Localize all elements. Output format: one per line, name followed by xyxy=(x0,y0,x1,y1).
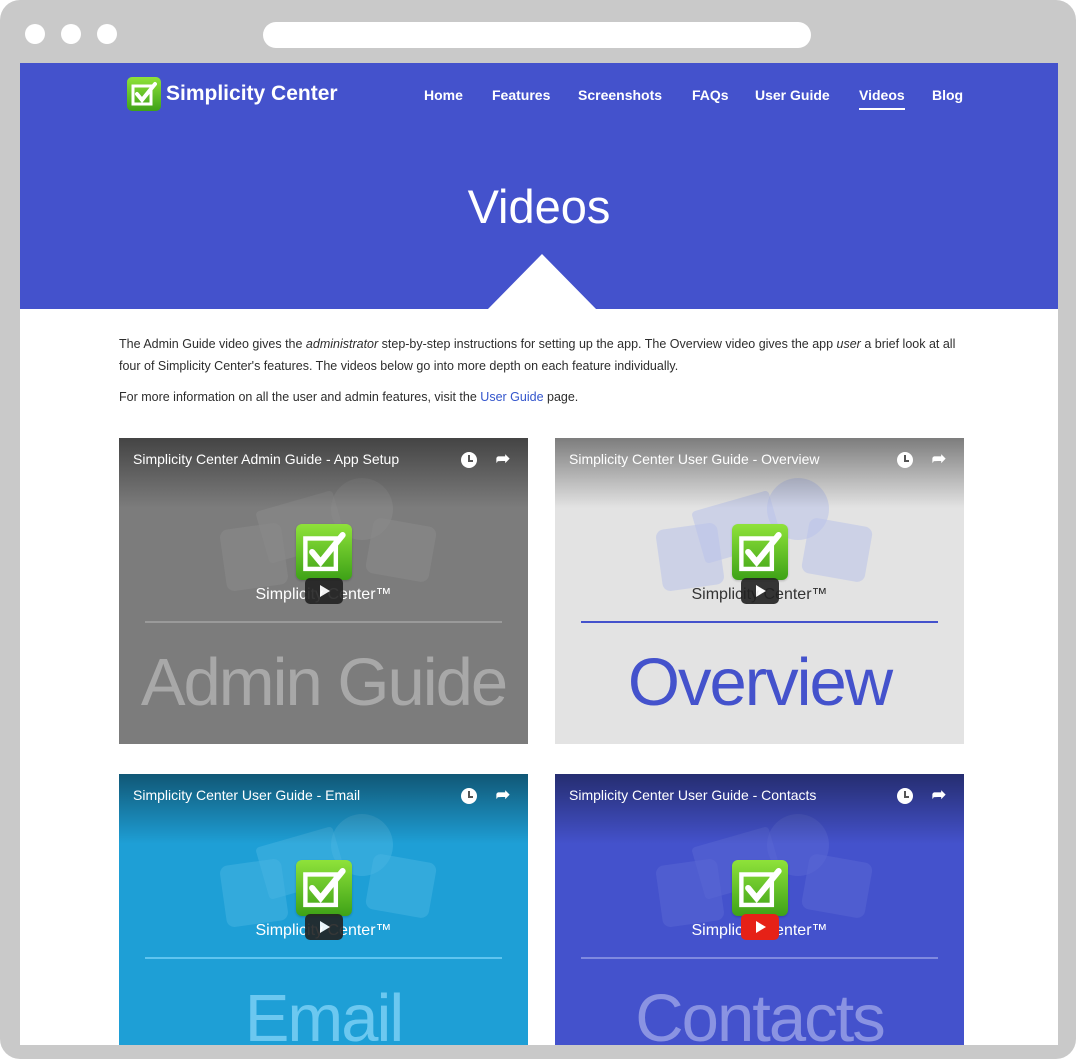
divider xyxy=(581,621,938,623)
share-icon[interactable]: ➦ xyxy=(932,449,946,469)
browser-window: Simplicity Center Home Features Screensh… xyxy=(0,0,1076,1059)
divider xyxy=(145,621,502,623)
intro-paragraph-2: For more information on all the user and… xyxy=(119,386,959,408)
video-embed[interactable]: Simplicity Center User Guide - Overview ➦… xyxy=(555,438,964,744)
play-button[interactable] xyxy=(741,578,779,604)
calendar-icon xyxy=(800,852,874,920)
divider xyxy=(145,957,502,959)
video-embed[interactable]: Simplicity Center Admin Guide - App Setu… xyxy=(119,438,528,744)
user-guide-link[interactable]: User Guide xyxy=(480,390,543,404)
play-button[interactable] xyxy=(741,914,779,940)
page-viewport: Simplicity Center Home Features Screensh… xyxy=(20,63,1058,1045)
title-shade xyxy=(555,438,964,508)
calendar-icon xyxy=(364,852,438,920)
hero-notch xyxy=(487,254,597,310)
window-minimize-dot[interactable] xyxy=(61,24,81,44)
video-title[interactable]: Simplicity Center User Guide - Email xyxy=(133,787,360,803)
intro-paragraph-1: The Admin Guide video gives the administ… xyxy=(119,333,959,377)
video-big-label: Admin Guide xyxy=(140,645,508,720)
calendar-icon xyxy=(800,516,874,584)
nav-user-guide[interactable]: User Guide xyxy=(755,87,830,103)
video-big-label: Contacts xyxy=(635,981,885,1045)
divider xyxy=(581,957,938,959)
intro-emphasis-user: user xyxy=(836,337,861,351)
watch-later-icon[interactable] xyxy=(461,788,477,804)
calendar-icon xyxy=(364,516,438,584)
page-title: Videos xyxy=(467,180,611,233)
intro-text: The Admin Guide video gives the administ… xyxy=(119,333,959,417)
watch-later-icon[interactable] xyxy=(897,788,913,804)
checkbox-logo-icon xyxy=(296,524,352,580)
hero-header: Simplicity Center Home Features Screensh… xyxy=(20,63,1058,310)
intro-text-span: page. xyxy=(543,390,579,404)
window-maximize-dot[interactable] xyxy=(97,24,117,44)
video-title[interactable]: Simplicity Center User Guide - Contacts xyxy=(569,787,816,803)
address-bar[interactable] xyxy=(263,22,811,48)
watch-later-icon[interactable] xyxy=(897,452,913,468)
nav-screenshots[interactable]: Screenshots xyxy=(578,87,662,103)
nav-features[interactable]: Features xyxy=(492,87,550,103)
share-icon[interactable]: ➦ xyxy=(496,785,510,805)
video-title[interactable]: Simplicity Center User Guide - Overview xyxy=(569,451,820,467)
intro-emphasis-administrator: administrator xyxy=(305,337,379,351)
video-big-label: Email xyxy=(244,981,405,1045)
watch-later-icon[interactable] xyxy=(461,452,477,468)
play-button[interactable] xyxy=(305,578,343,604)
title-shade xyxy=(119,438,528,508)
window-close-dot[interactable] xyxy=(25,24,45,44)
intro-text-span: step-by-step instructions for setting up… xyxy=(378,337,837,351)
video-title[interactable]: Simplicity Center Admin Guide - App Setu… xyxy=(133,451,399,467)
nav-videos[interactable]: Videos xyxy=(859,87,905,110)
intro-text-span: The Admin Guide video gives the xyxy=(119,337,306,351)
main-nav: Home Features Screenshots FAQs User Guid… xyxy=(20,87,1058,117)
checkbox-logo-icon xyxy=(732,860,788,916)
intro-text-span: For more information on all the user and… xyxy=(119,390,481,404)
video-big-label: Overview xyxy=(627,645,893,720)
share-icon[interactable]: ➦ xyxy=(932,785,946,805)
video-embed[interactable]: Simplicity Center User Guide - Email ➦ Sim… xyxy=(119,774,528,1045)
play-button[interactable] xyxy=(305,914,343,940)
nav-blog[interactable]: Blog xyxy=(932,87,963,103)
share-icon[interactable]: ➦ xyxy=(496,449,510,469)
title-shade xyxy=(555,774,964,844)
video-embed[interactable]: Simplicity Center User Guide - Contacts ➦… xyxy=(555,774,964,1045)
checkbox-logo-icon xyxy=(296,860,352,916)
title-shade xyxy=(119,774,528,844)
checkbox-logo-icon xyxy=(732,524,788,580)
nav-faqs[interactable]: FAQs xyxy=(692,87,729,103)
nav-home[interactable]: Home xyxy=(424,87,463,103)
